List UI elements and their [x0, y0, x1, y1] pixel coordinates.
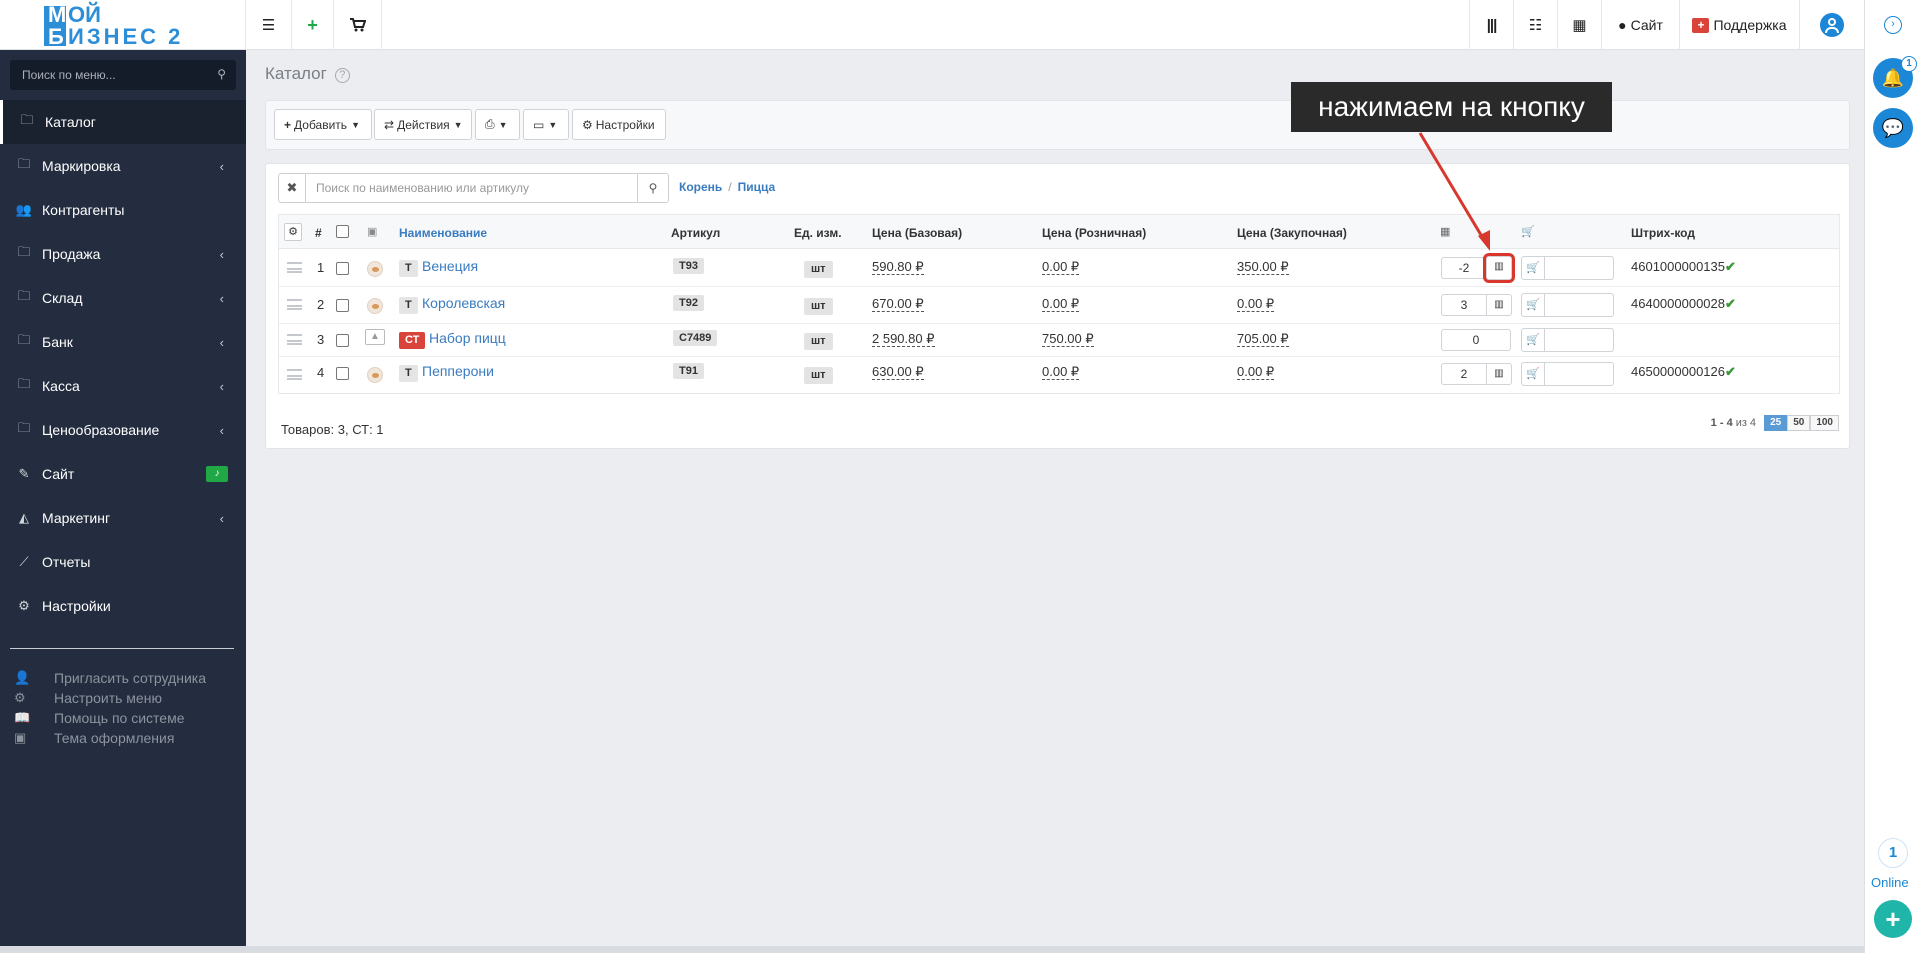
online-count: 1 [1888, 844, 1898, 861]
online-counter[interactable]: 1 [1878, 838, 1908, 868]
chat-icon: 💬 [1881, 118, 1905, 138]
add-fab-button[interactable]: + [1874, 900, 1912, 938]
bottom-scrollbar[interactable] [0, 946, 1864, 953]
online-label: Online [1871, 875, 1909, 890]
notifications-button[interactable]: 🔔 1 [1873, 56, 1917, 98]
right-rail: › 🔔 1 💬 1 Online + [1864, 0, 1920, 953]
collapse-panel-icon[interactable]: › [1884, 16, 1902, 34]
bell-icon: 🔔 [1881, 68, 1905, 88]
notifications-count: 1 [1901, 56, 1917, 72]
callout-arrow [1418, 132, 1490, 251]
plus-icon: + [1885, 904, 1901, 934]
chat-button[interactable]: 💬 [1873, 108, 1913, 148]
